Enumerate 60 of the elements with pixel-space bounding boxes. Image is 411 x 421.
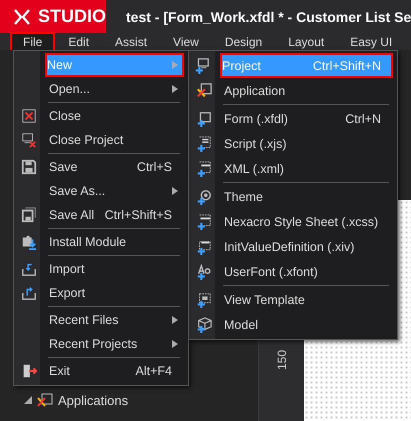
exit-door-icon xyxy=(21,363,37,379)
menu-item[interactable]: Install Module xyxy=(14,230,184,254)
menu-item[interactable]: Close xyxy=(14,104,184,128)
menu-bar-item[interactable]: View xyxy=(160,32,212,52)
window-title: test - [Form_Work.xfdl * - Customer List Se xyxy=(125,8,411,24)
menu-bar-item[interactable]: Layout xyxy=(275,32,338,52)
menu-bar-item[interactable]: File xyxy=(10,32,56,52)
logo-x-icon xyxy=(14,8,30,24)
monitor-plus-icon xyxy=(194,58,210,74)
crossed-window-icon xyxy=(196,82,212,98)
script-plus-icon xyxy=(196,136,212,152)
menu-item[interactable]: Save As... xyxy=(14,179,184,203)
menu-bar-item[interactable]: Easy UI xyxy=(337,32,406,52)
monitor-x-icon xyxy=(21,132,37,148)
definition-plus-icon xyxy=(196,238,212,254)
swirl-plus-icon xyxy=(196,188,212,204)
shortcut-label: Ctrl+S xyxy=(136,160,172,174)
studio-logo: STUDIO xyxy=(0,0,106,33)
menu-item[interactable]: Form (.xfdl) Ctrl+N xyxy=(189,106,393,131)
ruler-label: 150 xyxy=(274,350,288,370)
expanded-arrow-icon[interactable] xyxy=(24,396,32,404)
menu-item[interactable]: Exit Alt+F4 xyxy=(14,359,184,383)
menu-item[interactable]: Nexacro Style Sheet (.xcss) xyxy=(189,209,393,234)
window-plus-icon xyxy=(196,110,212,126)
menu-bar-item[interactable]: Design xyxy=(212,32,276,52)
puzzle-download-icon xyxy=(21,234,37,250)
template-plus-icon xyxy=(196,292,212,308)
menu-item[interactable]: Open... xyxy=(14,77,184,101)
menu-item[interactable]: Model xyxy=(189,312,393,337)
menu-item[interactable]: UserFont (.xfont) xyxy=(189,259,393,284)
shortcut-label: Ctrl+Shift+S xyxy=(104,208,172,222)
menu-bar-item[interactable]: Assist xyxy=(102,32,160,52)
menu-item[interactable]: Save Ctrl+S xyxy=(14,155,184,179)
cube-plus-icon xyxy=(196,316,212,332)
import-icon xyxy=(21,261,37,277)
save-icon xyxy=(21,159,37,175)
font-plus-icon xyxy=(196,264,212,280)
stylesheet-plus-icon xyxy=(196,214,212,230)
menu-item[interactable]: View Template xyxy=(189,287,393,312)
menu-item[interactable]: XML (.xml) xyxy=(189,156,393,181)
shortcut-label: Ctrl+Shift+N xyxy=(312,58,381,72)
tree-item[interactable]: Applications xyxy=(58,392,128,408)
menu-item[interactable]: Recent Projects xyxy=(14,332,184,356)
menu-item[interactable]: Application xyxy=(189,78,393,103)
save-all-icon xyxy=(21,207,37,223)
menu-item[interactable]: Close Project xyxy=(14,128,184,152)
menu-item[interactable]: Theme xyxy=(189,184,393,209)
menu-item[interactable]: Export xyxy=(14,281,184,305)
export-icon xyxy=(21,285,37,301)
menu-item[interactable]: Import xyxy=(14,257,184,281)
shortcut-label: Ctrl+N xyxy=(345,112,381,126)
menu-item[interactable]: Recent Files xyxy=(14,308,184,332)
shortcut-label: Alt+F4 xyxy=(136,364,172,378)
menu-item[interactable]: Save All Ctrl+Shift+S xyxy=(14,203,184,227)
menu-item[interactable]: Script (.xjs) xyxy=(189,131,393,156)
close-icon xyxy=(21,108,37,124)
menu-bar-item[interactable]: Edit xyxy=(55,32,102,52)
application-icon xyxy=(37,393,53,407)
menu-item[interactable]: InitValueDefinition (.xiv) xyxy=(189,234,393,259)
xml-plus-icon xyxy=(196,160,212,176)
